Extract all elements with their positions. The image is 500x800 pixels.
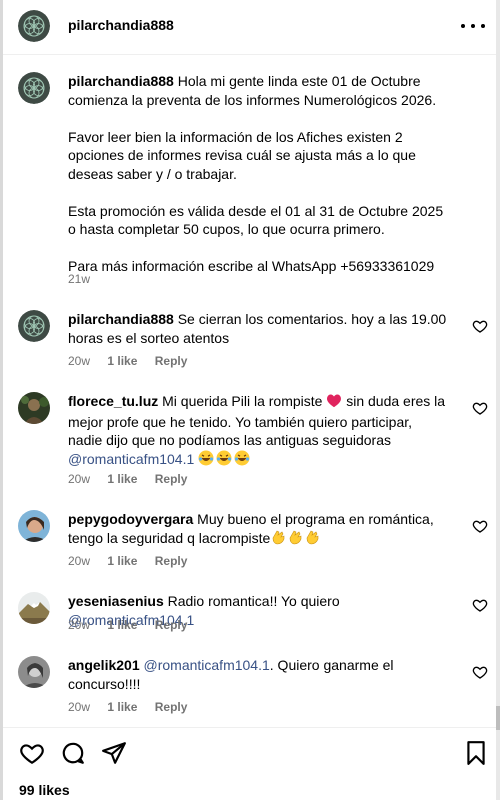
post-header: pilarchandia888 [3,0,496,55]
mention-link[interactable]: @romanticafm104.1 [68,451,194,467]
timestamp[interactable]: 20w [68,554,90,568]
scrollbar[interactable] [496,0,500,800]
heart-icon[interactable] [472,318,488,334]
comment-body: Radio romantica!! Yo quiero [167,593,340,609]
avatar[interactable] [18,592,50,624]
comment-text: pepygodoyvergara Muy bueno el programa e… [68,510,448,549]
timestamp[interactable]: 20w [68,472,90,486]
more-options-icon[interactable] [458,14,488,38]
timestamp[interactable]: 20w [68,700,90,714]
comment-body: Mi querida Pili la rompiste [162,393,323,409]
caption-paragraph: Para más información escribe al WhatsApp… [68,258,435,274]
comment-username[interactable]: pepygodoyvergara [68,511,193,527]
timestamp[interactable]: 20w [68,618,90,632]
avatar[interactable] [18,310,50,342]
avatar[interactable] [18,392,50,424]
comment-icon[interactable] [60,740,86,766]
heart-icon[interactable] [472,400,488,416]
timestamp[interactable]: 20w [68,354,90,368]
comment-likes[interactable]: 1 like [107,354,137,368]
caption-paragraph: Favor leer bien la información de los Af… [68,128,416,182]
window-edge [0,0,3,800]
comment-username[interactable]: pilarchandia888 [68,311,174,327]
comment-likes[interactable]: 1 like [107,700,137,714]
likes-count[interactable]: 99 likes [19,782,70,798]
comment-likes[interactable]: 1 like [107,618,137,632]
comment-meta: 20w 1 like Reply [68,618,201,632]
reply-button[interactable]: Reply [155,700,188,714]
heart-icon[interactable] [472,597,488,613]
comment-username[interactable]: angelik201 [68,657,140,673]
post-panel: pilarchandia888 pilarchandia888 Hola mi … [0,0,500,800]
reply-button[interactable]: Reply [155,618,188,632]
scrollbar-thumb[interactable] [496,706,500,730]
post-action-bar: 99 likes [3,727,496,800]
red-heart-emoji-icon [326,393,342,413]
like-heart-icon[interactable] [19,740,45,766]
timestamp[interactable]: 21w [68,272,90,286]
share-icon[interactable] [101,740,127,766]
caption-paragraph: Esta promoción es válida desde el 01 al … [68,202,444,238]
caption-username[interactable]: pilarchandia888 [68,73,174,89]
comment-meta: 20w 1 like Reply [68,472,201,486]
mention-link[interactable]: @romanticafm104.1 [144,657,270,673]
reply-button[interactable]: Reply [155,554,188,568]
comment-text: florece_tu.luz Mi querida Pili la rompis… [68,392,448,470]
reply-button[interactable]: Reply [155,472,188,486]
comment-username[interactable]: yeseniasenius [68,593,164,609]
comment-text: angelik201 @romanticafm104.1. Quiero gan… [68,656,448,693]
bookmark-icon[interactable] [463,740,489,766]
avatar[interactable] [18,656,50,688]
comment-likes[interactable]: 1 like [107,554,137,568]
laughing-emoji-icon [198,450,250,471]
caption-meta: 21w [68,272,104,286]
comment-likes[interactable]: 1 like [107,472,137,486]
heart-icon[interactable] [472,518,488,534]
avatar[interactable] [18,510,50,542]
comment-text: pilarchandia888 Se cierran los comentari… [68,310,448,347]
comment-username[interactable]: florece_tu.luz [68,393,158,409]
heart-icon[interactable] [472,664,488,680]
avatar[interactable] [18,72,50,104]
caption-text: pilarchandia888 Hola mi gente linda este… [68,72,448,276]
post-author-username[interactable]: pilarchandia888 [68,17,174,33]
clapping-hands-emoji-icon [270,529,321,550]
comment-meta: 20w 1 like Reply [68,354,201,368]
comment-meta: 20w 1 like Reply [68,554,201,568]
comment-meta: 20w 1 like Reply [68,700,201,714]
reply-button[interactable]: Reply [155,354,188,368]
avatar[interactable] [18,10,50,42]
